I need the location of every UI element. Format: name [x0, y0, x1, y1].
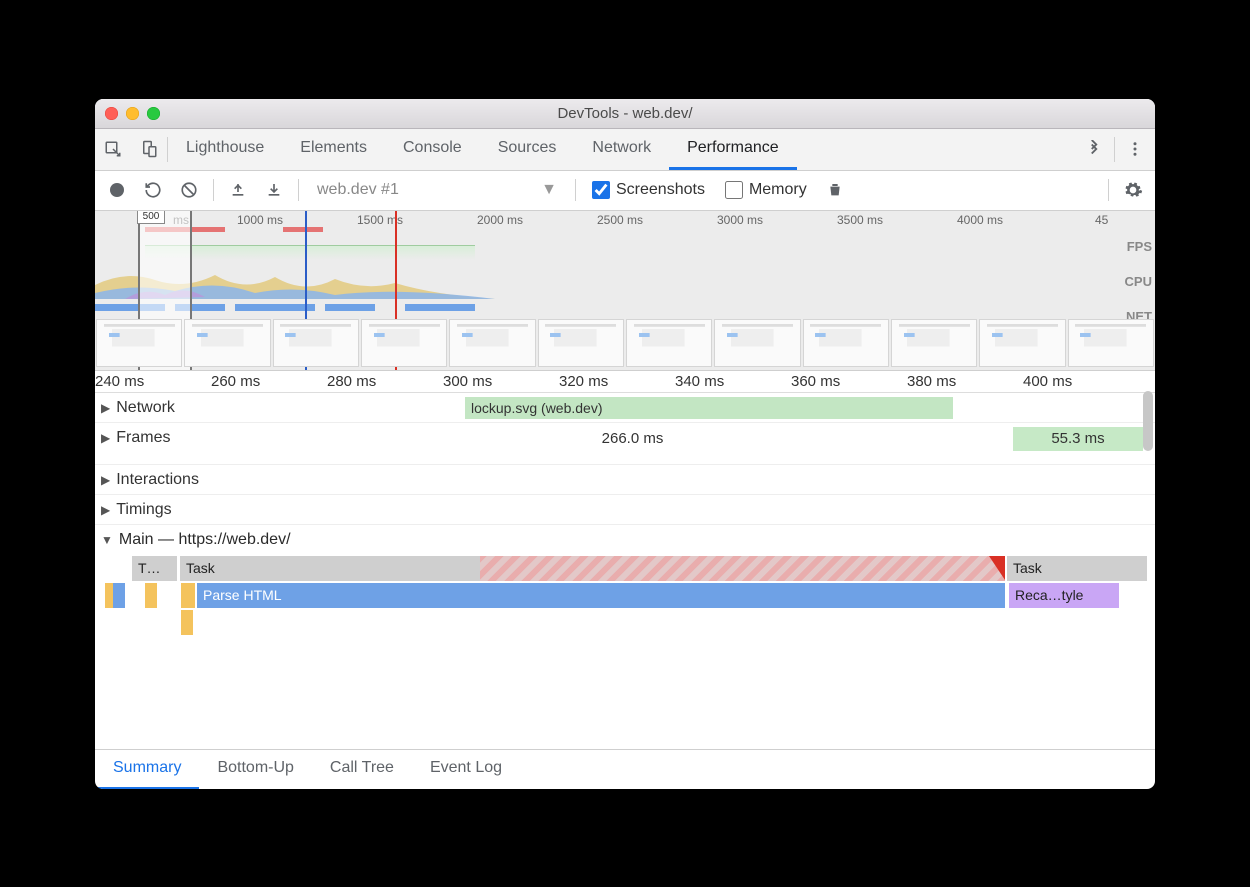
interactions-track[interactable]: ▶Interactions	[95, 465, 1155, 495]
expand-arrow-icon[interactable]: ▶	[101, 503, 110, 517]
zoom-window-button[interactable]	[147, 107, 160, 120]
panel-tabstrip: Lighthouse Elements Console Sources Netw…	[95, 129, 1155, 171]
close-window-button[interactable]	[105, 107, 118, 120]
frame-bar[interactable]: 266.0 ms	[255, 427, 1010, 451]
filmstrip-thumb[interactable]	[361, 319, 447, 367]
vertical-scrollbar[interactable]	[1143, 391, 1153, 451]
recording-name: web.dev #1	[317, 181, 399, 199]
dropdown-caret-icon: ▼	[541, 181, 557, 199]
recording-selector[interactable]: web.dev #1 ▼	[307, 181, 567, 199]
screenshots-checkbox-input[interactable]	[592, 181, 610, 199]
tab-elements[interactable]: Elements	[282, 129, 385, 170]
flame-block[interactable]	[145, 583, 157, 608]
devtools-window: DevTools - web.dev/ Lighthouse Elements …	[95, 99, 1155, 789]
save-profile-button[interactable]	[258, 174, 290, 206]
dtab-summary[interactable]: Summary	[95, 750, 199, 789]
filmstrip-thumb[interactable]	[184, 319, 270, 367]
device-toolbar-icon[interactable]	[131, 129, 167, 170]
tab-network[interactable]: Network	[574, 129, 669, 170]
record-button[interactable]	[101, 174, 133, 206]
screenshots-checkbox[interactable]: Screenshots	[592, 181, 705, 199]
overview-ruler: ms 1000 ms 1500 ms 2000 ms 2500 ms 3000 …	[95, 211, 1155, 229]
frame-bar[interactable]: 55.3 ms	[1013, 427, 1143, 451]
long-task-warning-icon	[989, 556, 1005, 580]
details-tabstrip: Summary Bottom-Up Call Tree Event Log	[95, 749, 1155, 789]
clear-button[interactable]	[173, 174, 205, 206]
filmstrip-thumb[interactable]	[626, 319, 712, 367]
panel-tabs: Lighthouse Elements Console Sources Netw…	[168, 129, 1074, 170]
frames-track[interactable]: ▶Frames 266.0 ms 55.3 ms	[95, 423, 1155, 465]
timeline-overview[interactable]: ms 1000 ms 1500 ms 2000 ms 2500 ms 3000 …	[95, 211, 1155, 371]
filmstrip-thumb[interactable]	[979, 319, 1065, 367]
reload-record-button[interactable]	[137, 174, 169, 206]
filmstrip-thumb[interactable]	[803, 319, 889, 367]
filmstrip-thumb[interactable]	[538, 319, 624, 367]
flame-chart[interactable]: 240 ms 260 ms 280 ms 300 ms 320 ms 340 m…	[95, 371, 1155, 749]
main-track[interactable]: ▼Main — https://web.dev/ T… Task Task Pa…	[95, 525, 1155, 636]
settings-gear-icon[interactable]	[1117, 174, 1149, 206]
filmstrip-thumb[interactable]	[96, 319, 182, 367]
timings-track[interactable]: ▶Timings	[95, 495, 1155, 525]
expand-arrow-icon[interactable]: ▶	[101, 473, 110, 487]
flame-block[interactable]	[181, 583, 195, 608]
network-track[interactable]: ▶Network lockup.svg (web.dev)	[95, 393, 1155, 423]
selection-handle-left[interactable]: 500	[137, 211, 165, 224]
performance-toolbar: web.dev #1 ▼ Screenshots Memory	[95, 171, 1155, 211]
garbage-collect-button[interactable]	[819, 174, 851, 206]
expand-arrow-icon[interactable]: ▶	[101, 431, 110, 445]
filmstrip-thumb[interactable]	[1068, 319, 1154, 367]
flame-parse-html[interactable]: Parse HTML	[197, 583, 1005, 608]
titlebar: DevTools - web.dev/	[95, 99, 1155, 129]
flame-block[interactable]	[113, 583, 125, 608]
more-tabs-icon[interactable]	[1074, 129, 1114, 170]
flame-task[interactable]: Task	[1007, 556, 1147, 581]
memory-checkbox-input[interactable]	[725, 181, 743, 199]
window-title: DevTools - web.dev/	[95, 105, 1155, 122]
tab-sources[interactable]: Sources	[480, 129, 575, 170]
flame-long-task[interactable]	[480, 556, 1005, 581]
filmstrip-thumb[interactable]	[891, 319, 977, 367]
flame-task[interactable]: T…	[132, 556, 177, 581]
collapse-arrow-icon[interactable]: ▼	[101, 533, 113, 547]
inspect-element-icon[interactable]	[95, 129, 131, 170]
flame-recalc-style[interactable]: Reca…tyle	[1009, 583, 1119, 608]
load-profile-button[interactable]	[222, 174, 254, 206]
filmstrip-thumb[interactable]	[714, 319, 800, 367]
kebab-menu-icon[interactable]	[1115, 129, 1155, 170]
minimize-window-button[interactable]	[126, 107, 139, 120]
dtab-call-tree[interactable]: Call Tree	[312, 750, 412, 789]
dtab-bottom-up[interactable]: Bottom-Up	[199, 750, 311, 789]
flame-task[interactable]: Task	[180, 556, 480, 581]
flame-block[interactable]	[181, 610, 193, 635]
memory-checkbox[interactable]: Memory	[725, 181, 807, 199]
traffic-lights	[105, 107, 160, 120]
filmstrip-thumb[interactable]	[273, 319, 359, 367]
tab-lighthouse[interactable]: Lighthouse	[168, 129, 282, 170]
filmstrip-thumb[interactable]	[449, 319, 535, 367]
tab-performance[interactable]: Performance	[669, 129, 797, 170]
network-request-bar[interactable]: lockup.svg (web.dev)	[465, 397, 953, 419]
flame-ruler: 240 ms 260 ms 280 ms 300 ms 320 ms 340 m…	[95, 371, 1155, 393]
dtab-event-log[interactable]: Event Log	[412, 750, 520, 789]
screenshot-filmstrip[interactable]	[95, 319, 1155, 367]
tab-console[interactable]: Console	[385, 129, 480, 170]
expand-arrow-icon[interactable]: ▶	[101, 401, 110, 415]
